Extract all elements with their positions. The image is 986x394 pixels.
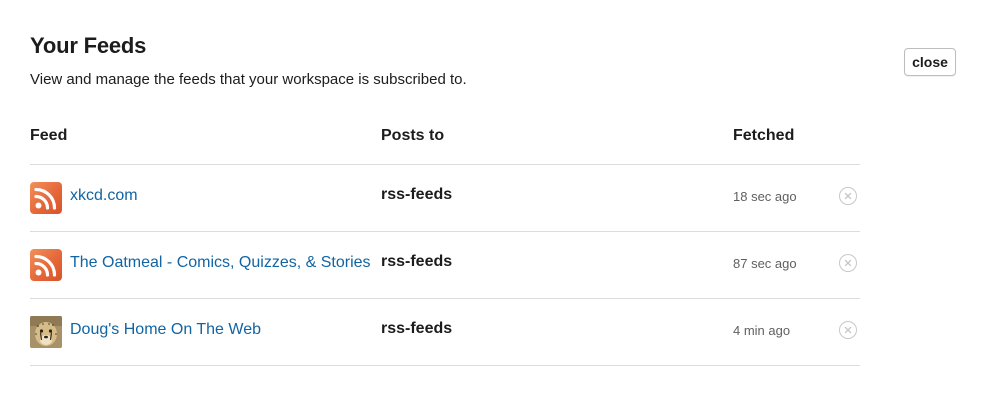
table-row: The Oatmeal - Comics, Quizzes, & Stories… <box>30 232 860 299</box>
rss-icon <box>30 249 62 281</box>
close-button[interactable]: close <box>904 48 956 76</box>
fetched-time: 18 sec ago <box>733 189 797 204</box>
close-icon <box>844 259 852 267</box>
feed-link[interactable]: Doug's Home On The Web <box>70 321 261 339</box>
remove-feed-button[interactable] <box>839 321 857 339</box>
page-subtitle: View and manage the feeds that your work… <box>30 71 467 88</box>
remove-feed-button[interactable] <box>839 187 857 205</box>
fetched-time: 87 sec ago <box>733 256 797 271</box>
feeds-table: Feed Posts to Fetched xkcd.com rss-feeds… <box>30 118 860 366</box>
column-header-feed: Feed <box>30 127 68 144</box>
fetched-time: 4 min ago <box>733 323 791 338</box>
column-header-posts-to: Posts to <box>381 127 445 144</box>
remove-feed-button[interactable] <box>839 254 857 272</box>
page-title: Your Feeds <box>30 33 147 58</box>
table-header: Feed Posts to Fetched <box>30 118 860 165</box>
close-icon <box>844 326 852 334</box>
posts-to-channel: rss-feeds <box>381 253 453 270</box>
table-row: xkcd.com rss-feeds 18 sec ago <box>30 165 860 232</box>
table-row: Doug's Home On The Web rss-feeds 4 min a… <box>30 299 860 366</box>
close-icon <box>844 192 852 200</box>
cheetah-avatar-icon <box>30 316 62 348</box>
column-header-fetched: Fetched <box>733 127 795 144</box>
posts-to-channel: rss-feeds <box>381 186 453 203</box>
posts-to-channel: rss-feeds <box>381 320 453 337</box>
feed-link[interactable]: xkcd.com <box>70 187 138 205</box>
rss-icon <box>30 182 62 214</box>
feed-link[interactable]: The Oatmeal - Comics, Quizzes, & Stories <box>70 254 371 272</box>
